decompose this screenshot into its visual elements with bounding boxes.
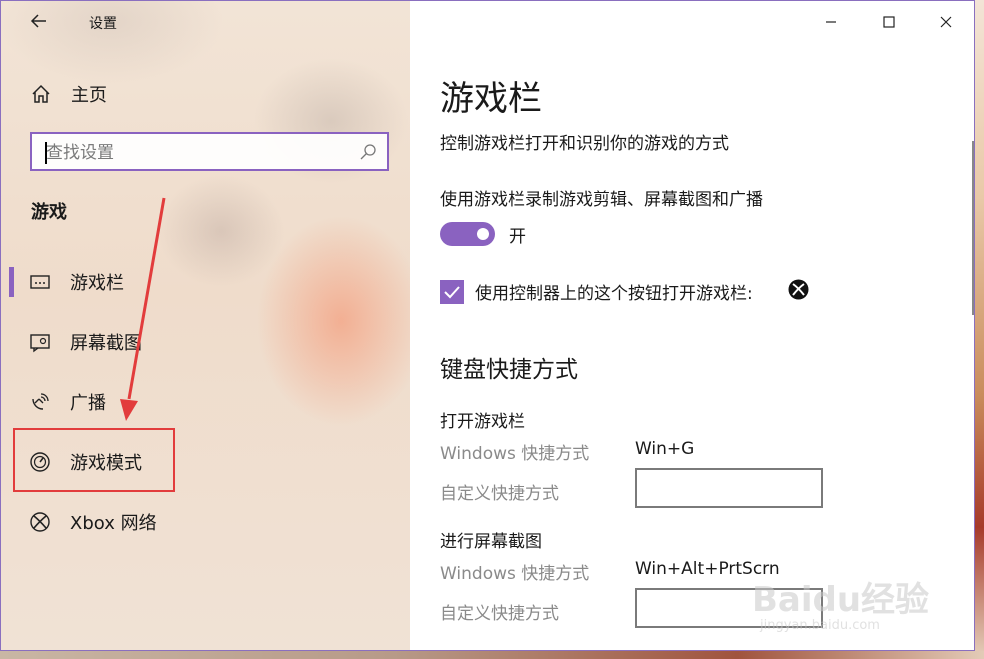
controller-button-checkbox[interactable] xyxy=(440,280,464,304)
settings-window: 设置 主页 游戏 游戏栏 xyxy=(0,0,975,651)
watermark-brand: Baidu经验 xyxy=(752,580,930,620)
record-toggle[interactable] xyxy=(440,222,495,246)
page-description: 控制游戏栏打开和识别你的游戏的方式 xyxy=(440,134,729,154)
custom-shortcut-label: 自定义快捷方式 xyxy=(440,484,559,504)
desktop-wallpaper-edge xyxy=(0,651,984,659)
minimize-icon[interactable] xyxy=(818,9,844,35)
toggle-label: 使用游戏栏录制游戏剪辑、屏幕截图和广播 xyxy=(440,190,763,210)
toggle-state-text: 开 xyxy=(509,227,526,247)
baidu-watermark: Baidu经验 jingyan.baidu.com xyxy=(752,572,930,633)
watermark-url: jingyan.baidu.com xyxy=(760,618,880,633)
custom-shortcut-input[interactable] xyxy=(635,468,823,508)
custom-shortcut-label: 自定义快捷方式 xyxy=(440,604,559,624)
annotation-arrow-icon xyxy=(120,197,166,421)
desktop-wallpaper-edge xyxy=(975,0,984,659)
windows-shortcut-value: Win+G xyxy=(635,439,695,459)
shortcut-group-title: 打开游戏栏 xyxy=(440,412,525,432)
page-title: 游戏栏 xyxy=(440,79,542,119)
checkmark-icon xyxy=(444,286,460,299)
checkbox-label: 使用控制器上的这个按钮打开游戏栏: xyxy=(475,284,753,304)
shortcut-group-title: 进行屏幕截图 xyxy=(440,532,542,552)
windows-shortcut-label: Windows 快捷方式 xyxy=(440,444,590,464)
maximize-icon[interactable] xyxy=(876,9,902,35)
close-icon[interactable] xyxy=(933,9,959,35)
settings-nav-pane: 设置 主页 游戏 游戏栏 xyxy=(1,1,410,650)
toggle-knob xyxy=(477,228,489,240)
settings-content-pane: 游戏栏 控制游戏栏打开和识别你的游戏的方式 使用游戏栏录制游戏剪辑、屏幕截图和广… xyxy=(410,1,974,650)
shortcuts-heading: 键盘快捷方式 xyxy=(440,357,578,383)
windows-shortcut-label: Windows 快捷方式 xyxy=(440,564,590,584)
xbox-icon xyxy=(788,279,809,300)
